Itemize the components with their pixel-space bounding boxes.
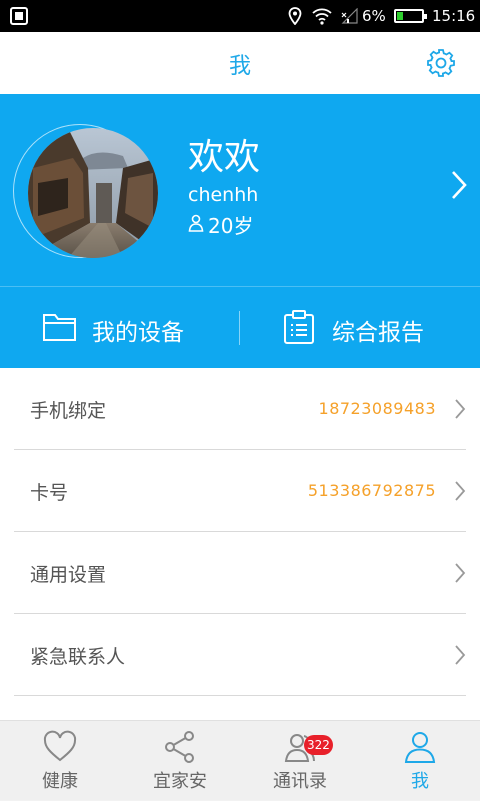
wifi-icon bbox=[312, 8, 332, 25]
list-item-label: 紧急联系人 bbox=[30, 646, 126, 668]
profile-card[interactable]: 欢欢 chenhh 20岁 bbox=[0, 94, 480, 286]
title-bar: 我 bbox=[0, 32, 480, 94]
heart-icon bbox=[43, 730, 77, 762]
list-item-label: 手机绑定 bbox=[30, 400, 107, 422]
person-icon bbox=[404, 732, 436, 763]
tab-label: 通讯录 bbox=[273, 771, 327, 792]
tab-label: 健康 bbox=[42, 771, 78, 792]
folder-icon bbox=[43, 314, 76, 341]
battery-icon bbox=[394, 9, 427, 23]
list-item-label: 卡号 bbox=[30, 482, 69, 504]
app-notification-icon bbox=[10, 7, 28, 25]
avatar[interactable] bbox=[28, 128, 158, 258]
battery-percent: 6% bbox=[362, 7, 386, 25]
clock: 15:16 bbox=[432, 7, 476, 25]
phone-number-value: 18723089483 bbox=[318, 399, 436, 418]
list-item-general-settings[interactable]: 通用设置 bbox=[14, 532, 466, 614]
my-devices-button[interactable]: 我的设备 bbox=[0, 287, 239, 369]
card-number-value: 513386792875 bbox=[307, 481, 436, 500]
chevron-right-icon bbox=[455, 645, 466, 665]
tab-me[interactable]: 我 bbox=[360, 721, 480, 801]
chevron-right-icon bbox=[455, 399, 466, 419]
list-item-label: 通用设置 bbox=[30, 564, 107, 586]
settings-gear-icon[interactable] bbox=[426, 48, 456, 78]
report-label: 综合报告 bbox=[332, 320, 424, 346]
profile-age: 20岁 bbox=[208, 214, 254, 238]
list-item-emergency-contact[interactable]: 紧急联系人 bbox=[14, 614, 466, 696]
person-age-icon bbox=[188, 214, 204, 232]
tab-yijiaan[interactable]: 宜家安 bbox=[120, 721, 240, 801]
chevron-right-icon bbox=[455, 481, 466, 501]
report-button[interactable]: 综合报告 bbox=[240, 287, 480, 369]
my-devices-label: 我的设备 bbox=[92, 320, 184, 346]
bottom-tab-bar: 健康 宜家安 322 通讯录 我 bbox=[0, 720, 480, 800]
chevron-right-icon bbox=[455, 563, 466, 583]
list-item-card-number[interactable]: 卡号 513386792875 bbox=[14, 450, 466, 532]
tab-contacts[interactable]: 322 通讯录 bbox=[240, 721, 360, 801]
settings-list: 手机绑定 18723089483 卡号 513386792875 通用设置 紧急… bbox=[0, 368, 480, 720]
tab-health[interactable]: 健康 bbox=[0, 721, 120, 801]
tab-label: 我 bbox=[411, 771, 429, 792]
share-icon bbox=[165, 731, 194, 763]
list-item-phone-binding[interactable]: 手机绑定 18723089483 bbox=[14, 368, 466, 450]
profile-actions: 我的设备 综合报告 bbox=[0, 286, 480, 368]
chevron-right-icon[interactable] bbox=[450, 170, 468, 200]
page-title: 我 bbox=[228, 54, 251, 79]
location-icon bbox=[288, 7, 302, 25]
report-icon bbox=[284, 310, 314, 344]
profile-name: 欢欢 bbox=[188, 137, 261, 178]
signal-icon bbox=[341, 8, 358, 24]
status-bar: 6% 15:16 bbox=[0, 0, 480, 32]
unread-badge: 322 bbox=[304, 735, 333, 755]
tab-label: 宜家安 bbox=[153, 771, 207, 792]
profile-username: chenhh bbox=[188, 184, 259, 206]
